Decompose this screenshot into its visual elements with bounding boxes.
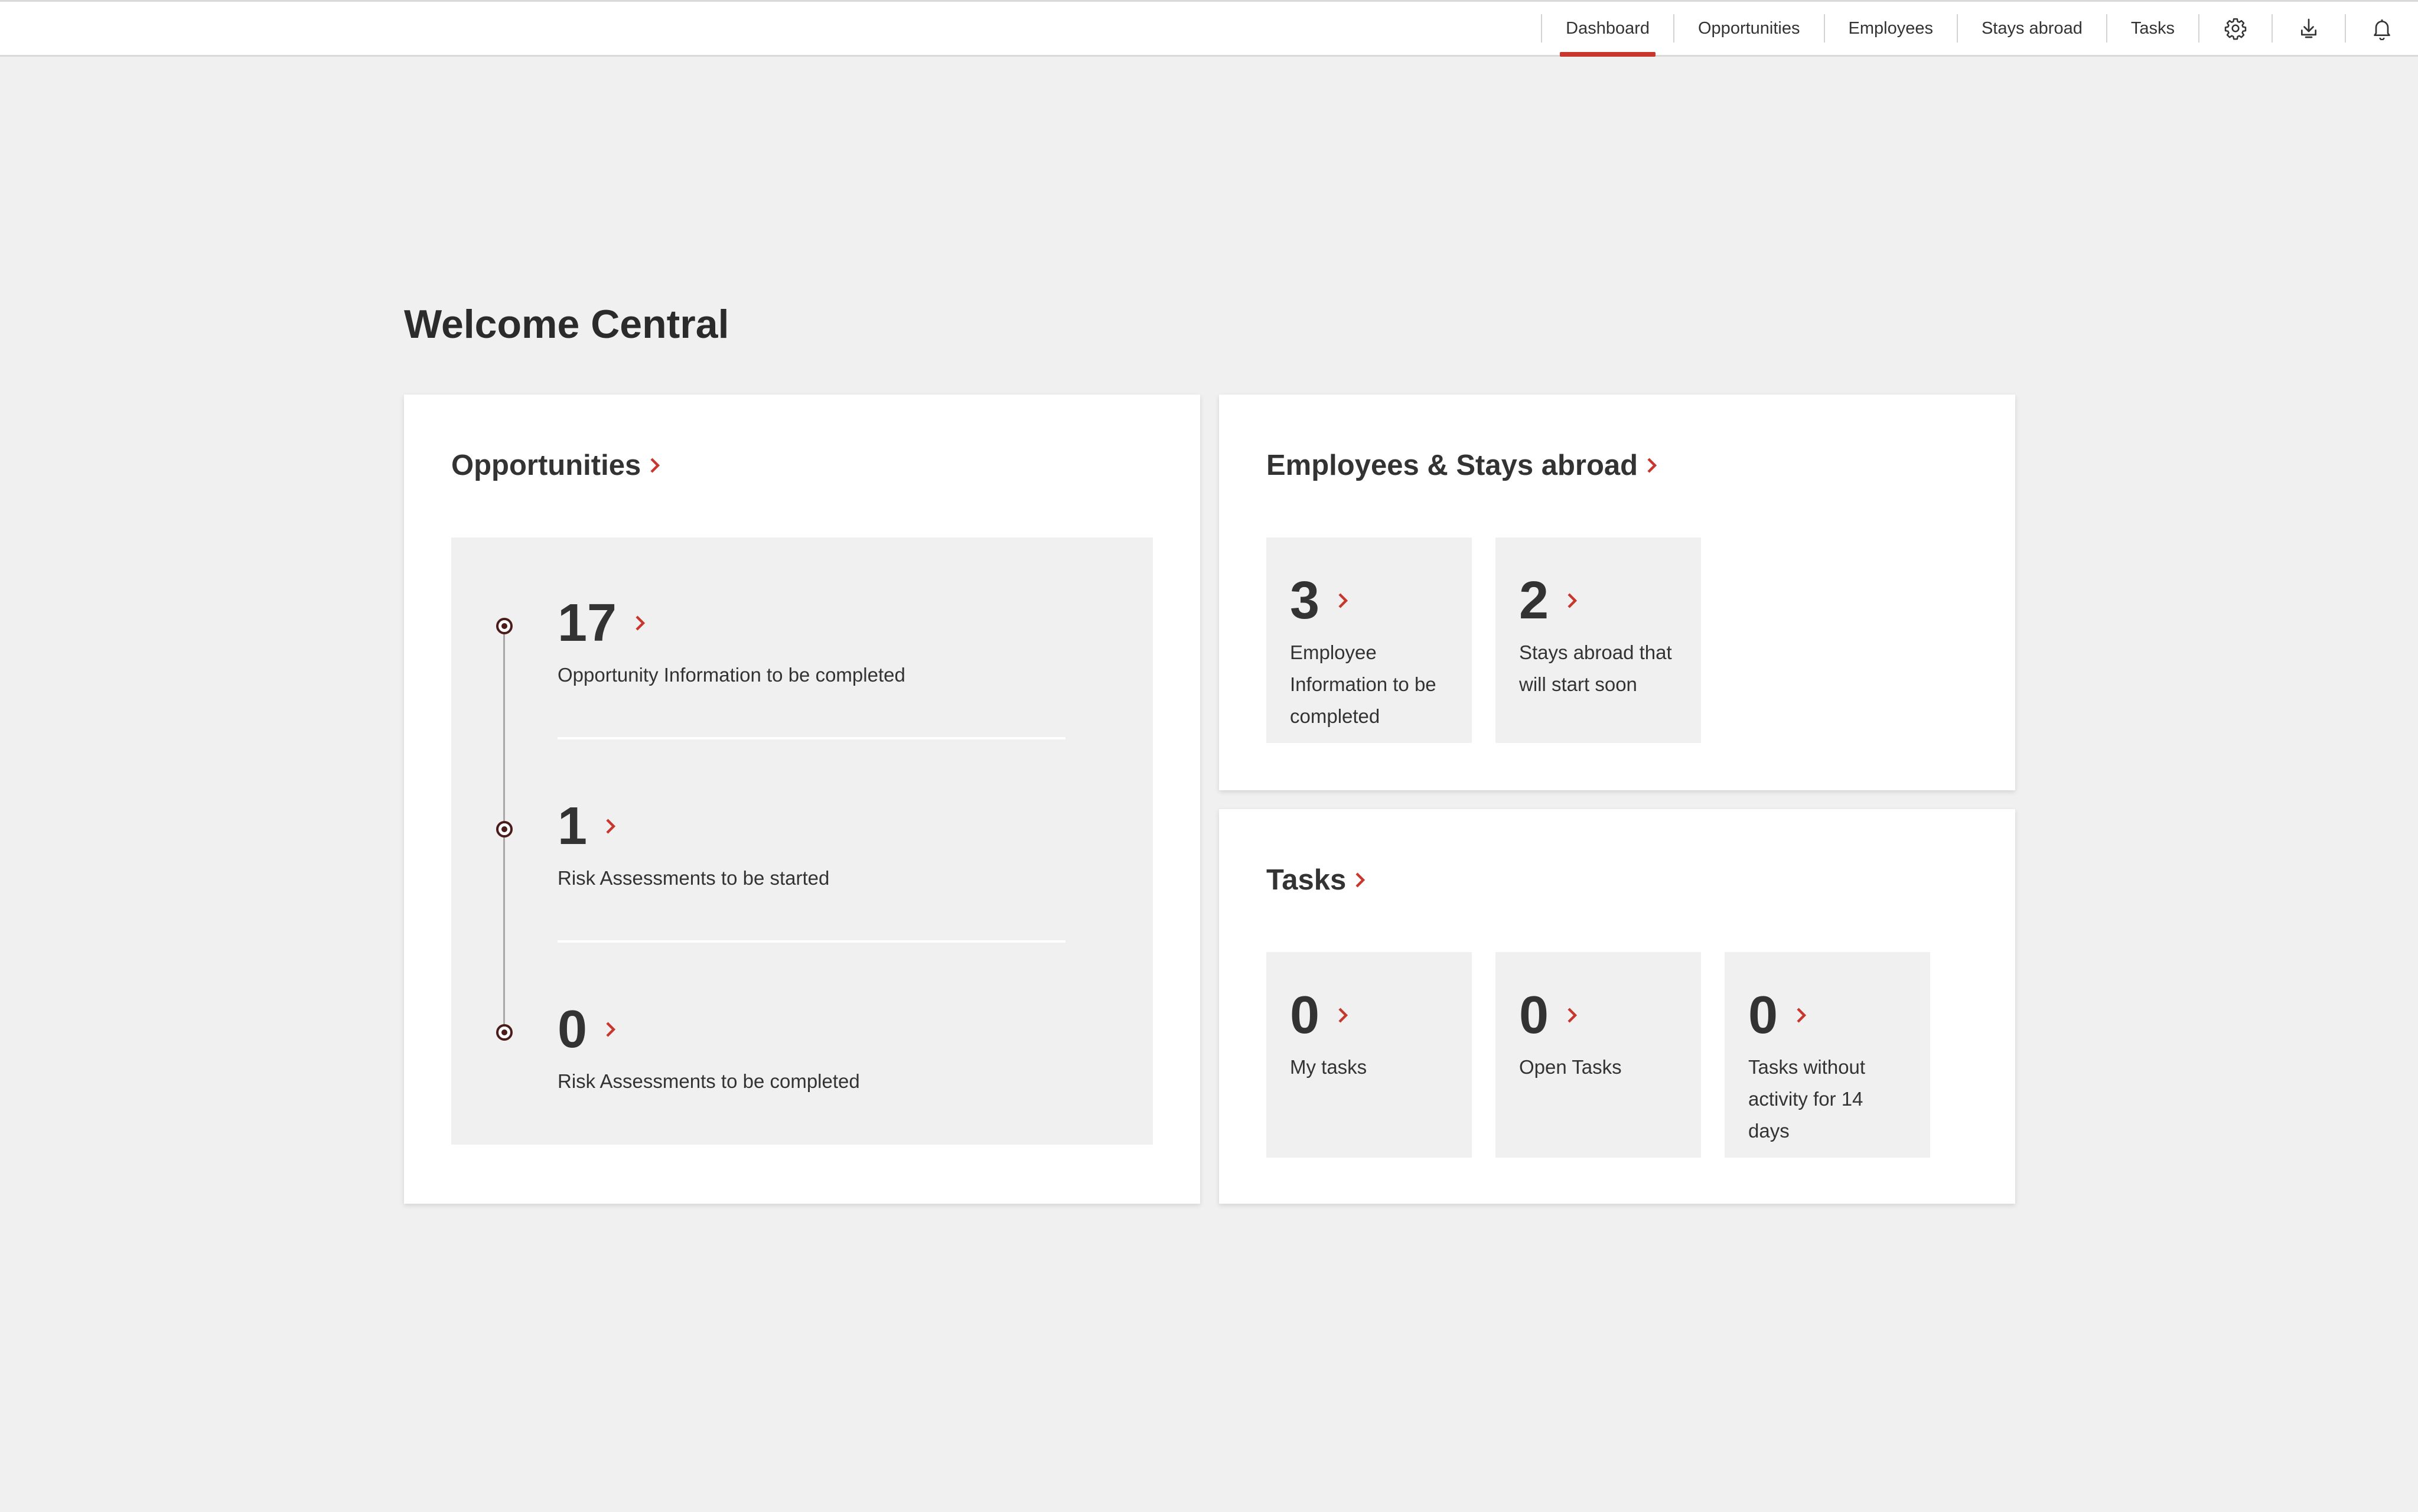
count-value: 0	[1519, 986, 1549, 1045]
download-icon	[2301, 18, 2316, 38]
count-value: 1	[558, 797, 588, 856]
bell-icon	[2374, 19, 2390, 40]
timeline-dot	[496, 1024, 513, 1041]
tile-label: My tasks	[1290, 1056, 1367, 1078]
timeline-divider	[558, 737, 1065, 739]
nav-tab-label: Tasks	[2130, 18, 2175, 38]
timeline-entry-label: Risk Assessments to be completed	[558, 1070, 860, 1092]
nav-tab-label: Dashboard	[1566, 18, 1650, 38]
tile-label: Open Tasks	[1519, 1056, 1622, 1078]
notifications-button[interactable]	[2346, 2, 2418, 55]
nav-tab-label: Stays abroad	[1981, 18, 2083, 38]
inactive-tasks-tile[interactable]: 0 Tasks without activity for 14 days	[1725, 952, 1930, 1158]
nav-tab-tasks[interactable]: Tasks	[2107, 2, 2198, 55]
tasks-card: Tasks 0 My tasks 0 Open Tasks 0 Tasks wi…	[1219, 809, 2015, 1204]
risk-assessments-completed-count-link[interactable]: 0	[558, 1003, 617, 1056]
chevron-right-icon	[1566, 1007, 1578, 1024]
chevron-right-icon	[1646, 457, 1658, 474]
chevron-right-icon	[634, 615, 646, 631]
card-title-text: Employees & Stays abroad	[1266, 449, 1638, 481]
nav-tab-opportunities[interactable]: Opportunities	[1674, 2, 1824, 55]
top-navigation-bar: Dashboard Opportunities Employees Stays …	[0, 0, 2418, 57]
main-nav: Dashboard Opportunities Employees Stays …	[1541, 2, 2418, 57]
chevron-right-icon	[605, 818, 617, 835]
count-value: 3	[1290, 571, 1320, 630]
download-button[interactable]	[2273, 2, 2345, 55]
timeline-entry-label: Opportunity Information to be completed	[558, 664, 905, 686]
tasks-card-title-link[interactable]: Tasks	[1266, 863, 1366, 897]
timeline-divider	[558, 940, 1065, 943]
tile-count-row: 2	[1519, 574, 1578, 627]
opportunities-card: Opportunities 17 Opportunity Information…	[404, 395, 1200, 1204]
employee-info-tile[interactable]: 3 Employee Information to be completed	[1266, 537, 1472, 743]
nav-tab-label: Opportunities	[1698, 18, 1800, 38]
count-value: 2	[1519, 571, 1549, 630]
count-value: 17	[558, 594, 617, 653]
chevron-right-icon	[649, 457, 661, 474]
chevron-right-icon	[605, 1021, 617, 1038]
stays-abroad-tile[interactable]: 2 Stays abroad that will start soon	[1495, 537, 1701, 743]
my-tasks-tile[interactable]: 0 My tasks	[1266, 952, 1472, 1158]
tile-count-row: 0	[1519, 989, 1578, 1042]
nav-tab-dashboard[interactable]: Dashboard	[1542, 2, 1673, 57]
nav-tab-label: Employees	[1848, 18, 1933, 38]
gear-icon	[2224, 18, 2247, 40]
chevron-right-icon	[1795, 1007, 1807, 1024]
chevron-right-icon	[1354, 872, 1366, 888]
nav-tab-stays-abroad[interactable]: Stays abroad	[1958, 2, 2106, 55]
opportunities-timeline: 17 Opportunity Information to be complet…	[451, 537, 1153, 1145]
opportunity-info-count-link[interactable]: 17	[558, 597, 646, 650]
risk-assessments-started-count-link[interactable]: 1	[558, 800, 617, 853]
card-title-text: Tasks	[1266, 864, 1347, 896]
count-value: 0	[1748, 986, 1778, 1045]
chevron-right-icon	[1566, 592, 1578, 609]
count-value: 0	[558, 1000, 588, 1059]
chevron-right-icon	[1337, 592, 1349, 609]
timeline-dot	[496, 618, 513, 634]
opportunities-card-title-link[interactable]: Opportunities	[451, 449, 661, 482]
card-title-text: Opportunities	[451, 449, 641, 481]
tile-label: Stays abroad that will start soon	[1519, 641, 1672, 695]
employees-card-title-link[interactable]: Employees & Stays abroad	[1266, 449, 1658, 482]
tile-label: Tasks without activity for 14 days	[1748, 1056, 1866, 1142]
settings-button[interactable]	[2199, 2, 2272, 55]
tile-label: Employee Information to be completed	[1290, 641, 1436, 727]
chevron-right-icon	[1337, 1007, 1349, 1024]
open-tasks-tile[interactable]: 0 Open Tasks	[1495, 952, 1701, 1158]
tile-count-row: 0	[1290, 989, 1349, 1042]
timeline-dot	[496, 821, 513, 838]
tile-count-row: 0	[1748, 989, 1807, 1042]
count-value: 0	[1290, 986, 1320, 1045]
employees-stays-card: Employees & Stays abroad 3 Employee Info…	[1219, 395, 2015, 790]
tile-count-row: 3	[1290, 574, 1349, 627]
page-title: Welcome Central	[404, 302, 729, 347]
nav-tab-employees[interactable]: Employees	[1825, 2, 1957, 55]
timeline-entry-label: Risk Assessments to be started	[558, 867, 830, 889]
